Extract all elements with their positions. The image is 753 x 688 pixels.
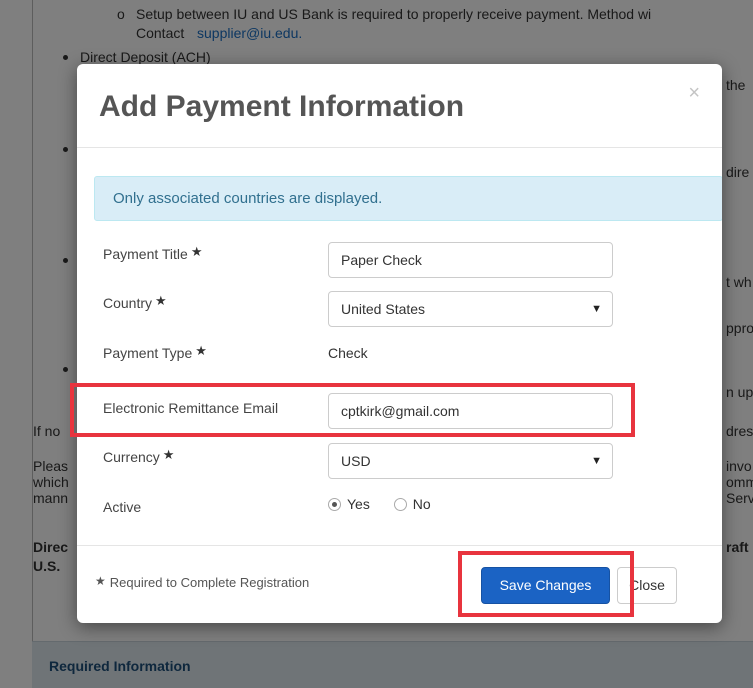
required-star-icon: ★ [195,343,207,358]
country-select[interactable]: United States ▼ [328,291,613,327]
active-yes-label: Yes [347,496,370,512]
active-no-label: No [412,496,431,512]
info-alert: Only associated countries are displayed. [94,176,722,221]
close-icon[interactable]: × [688,82,700,105]
payment-title-label: Payment Title ★ [103,244,203,263]
country-select-value: United States [341,301,426,317]
save-highlight-box [458,551,634,617]
currency-label: Currency ★ [103,447,175,466]
radio-checked-icon[interactable] [328,498,341,511]
required-star-icon: ★ [162,447,175,462]
info-alert-text: Only associated countries are displayed. [113,190,383,207]
currency-select-value: USD [341,453,371,469]
email-highlight-box [70,383,635,437]
currency-label-text: Currency [103,449,160,465]
country-label-text: Country [103,295,153,311]
chevron-down-icon: ▼ [591,303,602,315]
country-label: Country ★ [103,293,167,312]
active-yes-option[interactable]: Yes [328,496,370,512]
payment-title-input[interactable]: Paper Check [328,242,613,278]
payment-type-value: Check [328,345,368,361]
required-note: ★ Required to Complete Registration [95,574,310,590]
currency-select[interactable]: USD ▼ [328,443,613,479]
required-note-text: Required to Complete Registration [109,575,310,590]
radio-unchecked-icon[interactable] [393,498,407,511]
required-star-icon: ★ [155,293,167,308]
active-radio-group: Yes No [328,496,451,512]
active-label: Active [103,499,142,515]
required-star-icon: ★ [190,244,203,259]
payment-type-label-text: Payment Type [103,345,193,361]
add-payment-modal: Add Payment Information × Only associate… [77,64,722,623]
chevron-down-icon: ▼ [591,455,602,467]
payment-title-label-text: Payment Title [103,246,188,262]
required-star-icon: ★ [95,574,106,588]
payment-type-label: Payment Type ★ [103,343,207,362]
modal-title: Add Payment Information [99,90,465,123]
active-no-option[interactable]: No [393,496,431,512]
modal-header: Add Payment Information × [77,64,722,148]
